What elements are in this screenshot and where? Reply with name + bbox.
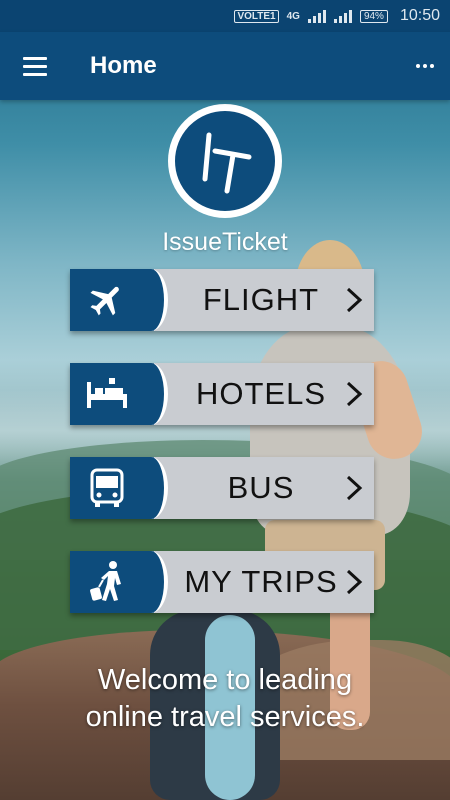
my-trips-label: MY TRIPS (154, 551, 344, 613)
overflow-menu-button[interactable] (400, 32, 450, 100)
logo-mark-icon (202, 132, 252, 194)
my-trips-button[interactable]: MY TRIPS (70, 551, 374, 613)
bus-icon (70, 457, 168, 519)
welcome-line-2: online travel services. (85, 701, 365, 733)
welcome-line-1: Welcome to leading (97, 664, 353, 696)
hamburger-menu-icon (23, 54, 47, 78)
traveler-luggage-icon (70, 551, 168, 613)
hotels-button[interactable]: HOTELS (70, 363, 374, 425)
app-bar: Home (0, 32, 450, 100)
chevron-right-icon (344, 269, 374, 331)
bus-button[interactable]: BUS (70, 457, 374, 519)
volte-indicator: VOLTE1 (234, 9, 279, 23)
network-type: 4G (286, 10, 300, 22)
chevron-right-icon (344, 551, 374, 613)
bus-label: BUS (154, 457, 344, 519)
hotels-label: HOTELS (154, 363, 344, 425)
signal-icon-2 (333, 9, 352, 23)
status-bar: VOLTE1 4G 94% 10:50 (0, 0, 450, 32)
flight-button[interactable]: FLIGHT (70, 269, 374, 331)
clock: 10:50 (399, 7, 440, 24)
chevron-right-icon (344, 457, 374, 519)
brand-name: IssueTicket (162, 228, 288, 256)
menu-button[interactable] (0, 32, 70, 100)
hotel-bed-icon (70, 363, 168, 425)
chevron-right-icon (344, 363, 374, 425)
flight-label: FLIGHT (154, 269, 344, 331)
battery-indicator: 94% (359, 9, 388, 23)
signal-icon (307, 9, 326, 23)
welcome-text: Welcome to leading online travel service… (0, 662, 450, 736)
app-logo (168, 104, 282, 218)
airplane-icon (70, 269, 168, 331)
page-title: Home (90, 52, 157, 79)
